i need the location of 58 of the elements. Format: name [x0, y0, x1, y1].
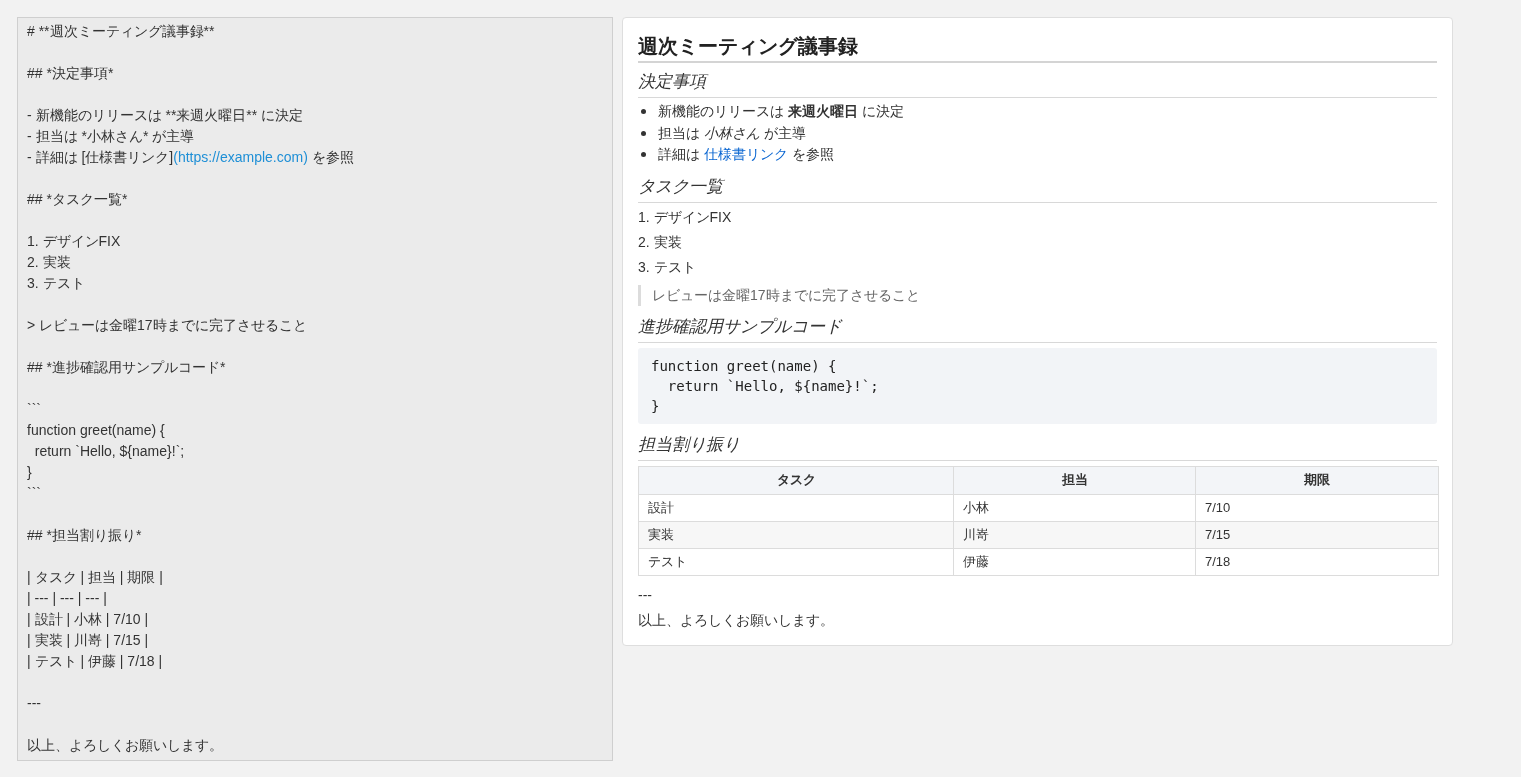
editor-line: ``` — [27, 400, 41, 419]
paragraph-text: 1. デザインFIX — [638, 207, 732, 227]
table-cell: 伊藤 — [953, 548, 1196, 575]
paragraph-text: --- — [638, 585, 652, 605]
table-cell: 実装 — [638, 521, 954, 548]
document-title: 週次ミーティング議事録 — [638, 34, 858, 59]
editor-line: ## *担当割り振り* — [27, 526, 142, 545]
editor-line: 3. テスト — [27, 274, 85, 293]
editor-line: 1. デザインFIX — [27, 232, 121, 251]
editor-line: > レビューは金曜17時までに完了させること — [27, 316, 307, 335]
editor-line: - 新機能のリリースは **来週火曜日** に決定 — [27, 106, 304, 125]
code-line: return `Hello, ${name}!`; — [666, 376, 879, 396]
list-item-text: 詳細は 仕様書リンク を参照 — [658, 145, 834, 165]
editor-line: --- — [27, 694, 41, 713]
table-cell: 川嵜 — [953, 521, 1196, 548]
editor-line: | テスト | 伊藤 | 7/18 | — [27, 652, 163, 671]
list-item-text: 担当は 小林さん が主導 — [658, 123, 806, 143]
editor-line: | タスク | 担当 | 期限 | — [27, 568, 163, 587]
editor-line: - 詳細は [仕様書リンク](https://example.com) を参照 — [27, 148, 354, 167]
link-url: (https://example.com) — [173, 149, 308, 165]
blockquote: レビューは金曜17時までに完了させること — [638, 284, 1437, 306]
editor-line: ``` — [27, 484, 41, 503]
editor-line: return `Hello, ${name}!`; — [33, 442, 185, 461]
column-header: タスク — [638, 466, 954, 494]
editor-line: function greet(name) { — [27, 421, 165, 440]
editor-line: | 実装 | 川嵜 | 7/15 | — [27, 631, 149, 650]
editor-line: - 担当は *小林さん* が主導 — [27, 127, 195, 146]
link[interactable]: 仕様書リンク — [703, 146, 788, 163]
table-cell: テスト — [638, 548, 954, 575]
table-cell: 設計 — [638, 494, 954, 521]
bullet-icon — [641, 109, 646, 115]
paragraph-text: 3. テスト — [638, 257, 696, 277]
bullet-icon — [641, 152, 646, 158]
editor-line: | --- | --- | --- | — [27, 589, 107, 608]
bullet-icon — [641, 130, 646, 136]
editor-line: ## *決定事項* — [27, 64, 114, 83]
table-cell: 小林 — [953, 494, 1196, 521]
editor-line: ## *進捗確認用サンプルコード* — [27, 358, 226, 377]
paragraph-text: 2. 実装 — [638, 232, 682, 252]
code-line: } — [651, 396, 660, 416]
table-cell: 7/10 — [1195, 494, 1439, 521]
section-heading: 進捗確認用サンプルコード — [638, 315, 842, 338]
editor-line: 以上、よろしくお願いします。 — [27, 736, 223, 755]
table-cell: 7/15 — [1195, 521, 1439, 548]
editor-line: # **週次ミーティング議事録** — [27, 22, 215, 41]
editor-line: } — [27, 463, 32, 482]
section-heading: タスク一覧 — [638, 175, 723, 198]
markdown-editor[interactable] — [17, 17, 613, 761]
list-item-text: 新機能のリリースは 来週火曜日 に決定 — [658, 102, 904, 122]
editor-line: ## *タスク一覧* — [27, 190, 128, 209]
paragraph-text: 以上、よろしくお願いします。 — [638, 610, 834, 630]
editor-line: 2. 実装 — [27, 253, 71, 272]
section-heading: 担当割り振り — [638, 433, 740, 456]
table-cell: 7/18 — [1195, 548, 1439, 575]
column-header: 期限 — [1195, 466, 1439, 494]
code-line: function greet(name) { — [651, 356, 837, 376]
editor-line: | 設計 | 小林 | 7/10 | — [27, 610, 149, 629]
column-header: 担当 — [953, 466, 1196, 494]
